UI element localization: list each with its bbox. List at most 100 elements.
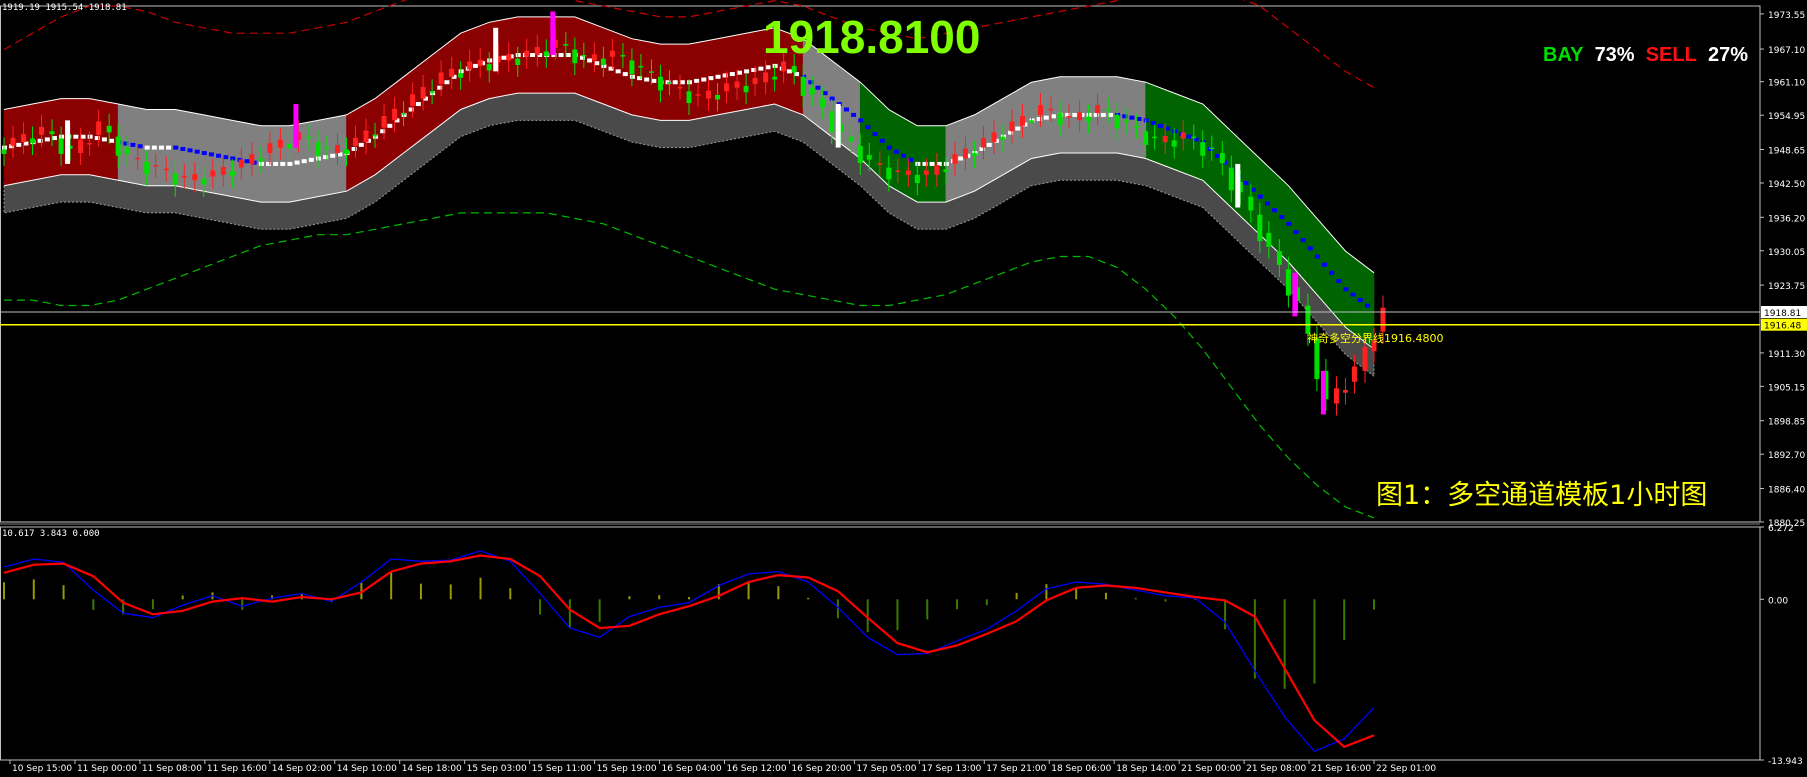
- candle-body: [1362, 346, 1368, 371]
- candle-body: [87, 143, 93, 145]
- midline-signal-dot: [558, 53, 564, 58]
- midline-signal-dot: [822, 91, 828, 96]
- candle-body: [192, 174, 198, 181]
- candle-body: [277, 139, 283, 148]
- price-axis-tick-label: 1948.65: [1768, 146, 1805, 156]
- midline-signal-dot: [1307, 246, 1313, 251]
- candle-body: [715, 94, 721, 100]
- candle-body: [372, 134, 378, 137]
- candle-body: [353, 137, 358, 146]
- price-axis-tick-label: 1954.95: [1768, 112, 1805, 122]
- macd-axis-tick-label: 6.272: [1768, 524, 1794, 534]
- midline-signal-dot: [1293, 230, 1299, 235]
- macd-axis-tick-label: -13.943: [1768, 757, 1803, 767]
- midline-signal-dot: [622, 72, 628, 77]
- candle-body: [923, 170, 929, 175]
- candle-body: [1057, 113, 1063, 125]
- midline-signal-dot: [144, 145, 150, 150]
- price-axis-marker-label: 1916.48: [1764, 322, 1801, 332]
- candle-body: [952, 154, 958, 164]
- chart-window[interactable]: 1973.55 1967.10 1961.10 1954.95 1948.65 1942.…: [0, 0, 1807, 774]
- candle-body: [153, 165, 159, 167]
- time-axis-label: 21 Sep 00:00: [1181, 764, 1241, 773]
- candle-body: [648, 71, 654, 73]
- candle-body: [515, 58, 521, 65]
- midline-signal-dot: [301, 159, 307, 164]
- price-chart-canvas[interactable]: 1973.55 1967.10 1961.10 1954.95 1948.65 1942.…: [0, 0, 1807, 774]
- bay-label: BAY: [1543, 44, 1584, 66]
- macd-readout: 10.617 3.843 0.000: [2, 529, 100, 539]
- midline-signal-dot: [173, 145, 179, 150]
- candle-body: [1380, 307, 1386, 332]
- time-axis-label: 15 Sep 03:00: [467, 764, 527, 773]
- price-axis-tick-label: 1886.40: [1768, 486, 1805, 496]
- midline-signal-dot: [308, 157, 314, 162]
- midline-signal-dot: [109, 138, 115, 143]
- midline-signal-dot: [644, 77, 650, 82]
- midline-signal-dot: [44, 137, 50, 142]
- candle-body: [1180, 132, 1186, 139]
- midline-signal-dot: [73, 134, 79, 139]
- candle-body: [220, 166, 226, 175]
- price-axis-tick-label: 1930.05: [1768, 248, 1805, 258]
- candle-body: [1066, 116, 1072, 118]
- candle-body: [914, 174, 920, 183]
- candle-body: [991, 132, 997, 143]
- price-axis-tick-label: 1967.10: [1768, 46, 1805, 56]
- time-axis-label: 17 Sep 21:00: [986, 764, 1046, 773]
- time-axis-label: 10 Sep 15:00: [12, 764, 72, 773]
- midline-signal-dot: [708, 76, 714, 81]
- midline-signal-dot: [886, 145, 892, 150]
- midline-signal-dot: [744, 69, 750, 74]
- candle-body: [724, 83, 730, 92]
- midline-signal-dot: [1072, 112, 1078, 117]
- macd-axis-tick-label: 0.00: [1768, 596, 1788, 606]
- current-price-display: 1918.8100: [763, 11, 981, 63]
- candle-body: [1351, 366, 1357, 382]
- candle-body: [877, 163, 883, 165]
- time-axis-label: 14 Sep 10:00: [337, 764, 397, 773]
- midline-signal-dot: [1136, 117, 1142, 122]
- time-axis-label: 16 Sep 04:00: [662, 764, 722, 773]
- midline-signal-dot: [194, 149, 200, 154]
- candle-body: [401, 113, 407, 115]
- candle-body: [581, 55, 587, 57]
- midline-signal-dot: [180, 146, 186, 151]
- midline-signal-dot: [872, 131, 878, 136]
- midline-signal-dot: [1272, 208, 1278, 213]
- signal-bar: [293, 104, 299, 148]
- time-axis-label: 21 Sep 08:00: [1246, 764, 1306, 773]
- candle-body: [1219, 153, 1225, 164]
- midline-signal-dot: [815, 85, 821, 90]
- midline-signal-dot: [1300, 238, 1306, 243]
- midline-signal-dot: [208, 152, 214, 157]
- midline-signal-dot: [701, 77, 707, 82]
- candle-body: [677, 86, 683, 89]
- midline-signal-dot: [244, 159, 250, 164]
- candle-body: [315, 142, 321, 156]
- midline-signal-dot: [1250, 187, 1256, 192]
- midline-signal-dot: [879, 138, 885, 143]
- candle-body: [809, 87, 815, 95]
- midline-signal-dot: [1350, 292, 1356, 297]
- candle-body: [857, 145, 863, 164]
- candle-body: [534, 47, 540, 56]
- candle-body: [249, 154, 255, 164]
- midline-signal-dot: [130, 142, 136, 147]
- candle-body: [163, 168, 169, 171]
- candle-body: [58, 138, 64, 154]
- signal-bar: [835, 104, 841, 148]
- candle-body: [543, 51, 549, 56]
- candle-body: [1077, 112, 1083, 121]
- bay-percent: 73%: [1594, 44, 1635, 66]
- signal-bar: [1320, 370, 1326, 415]
- candle-body: [971, 153, 977, 156]
- midline-signal-dot: [786, 69, 792, 74]
- candle-body: [638, 65, 644, 68]
- candle-body: [1276, 251, 1282, 265]
- candle-body: [335, 145, 340, 154]
- candle-body: [752, 77, 758, 85]
- ohlc-readout: 1919.19 1915.54 1918.81: [2, 3, 127, 13]
- candle-body: [124, 147, 130, 155]
- candle-body: [666, 82, 672, 84]
